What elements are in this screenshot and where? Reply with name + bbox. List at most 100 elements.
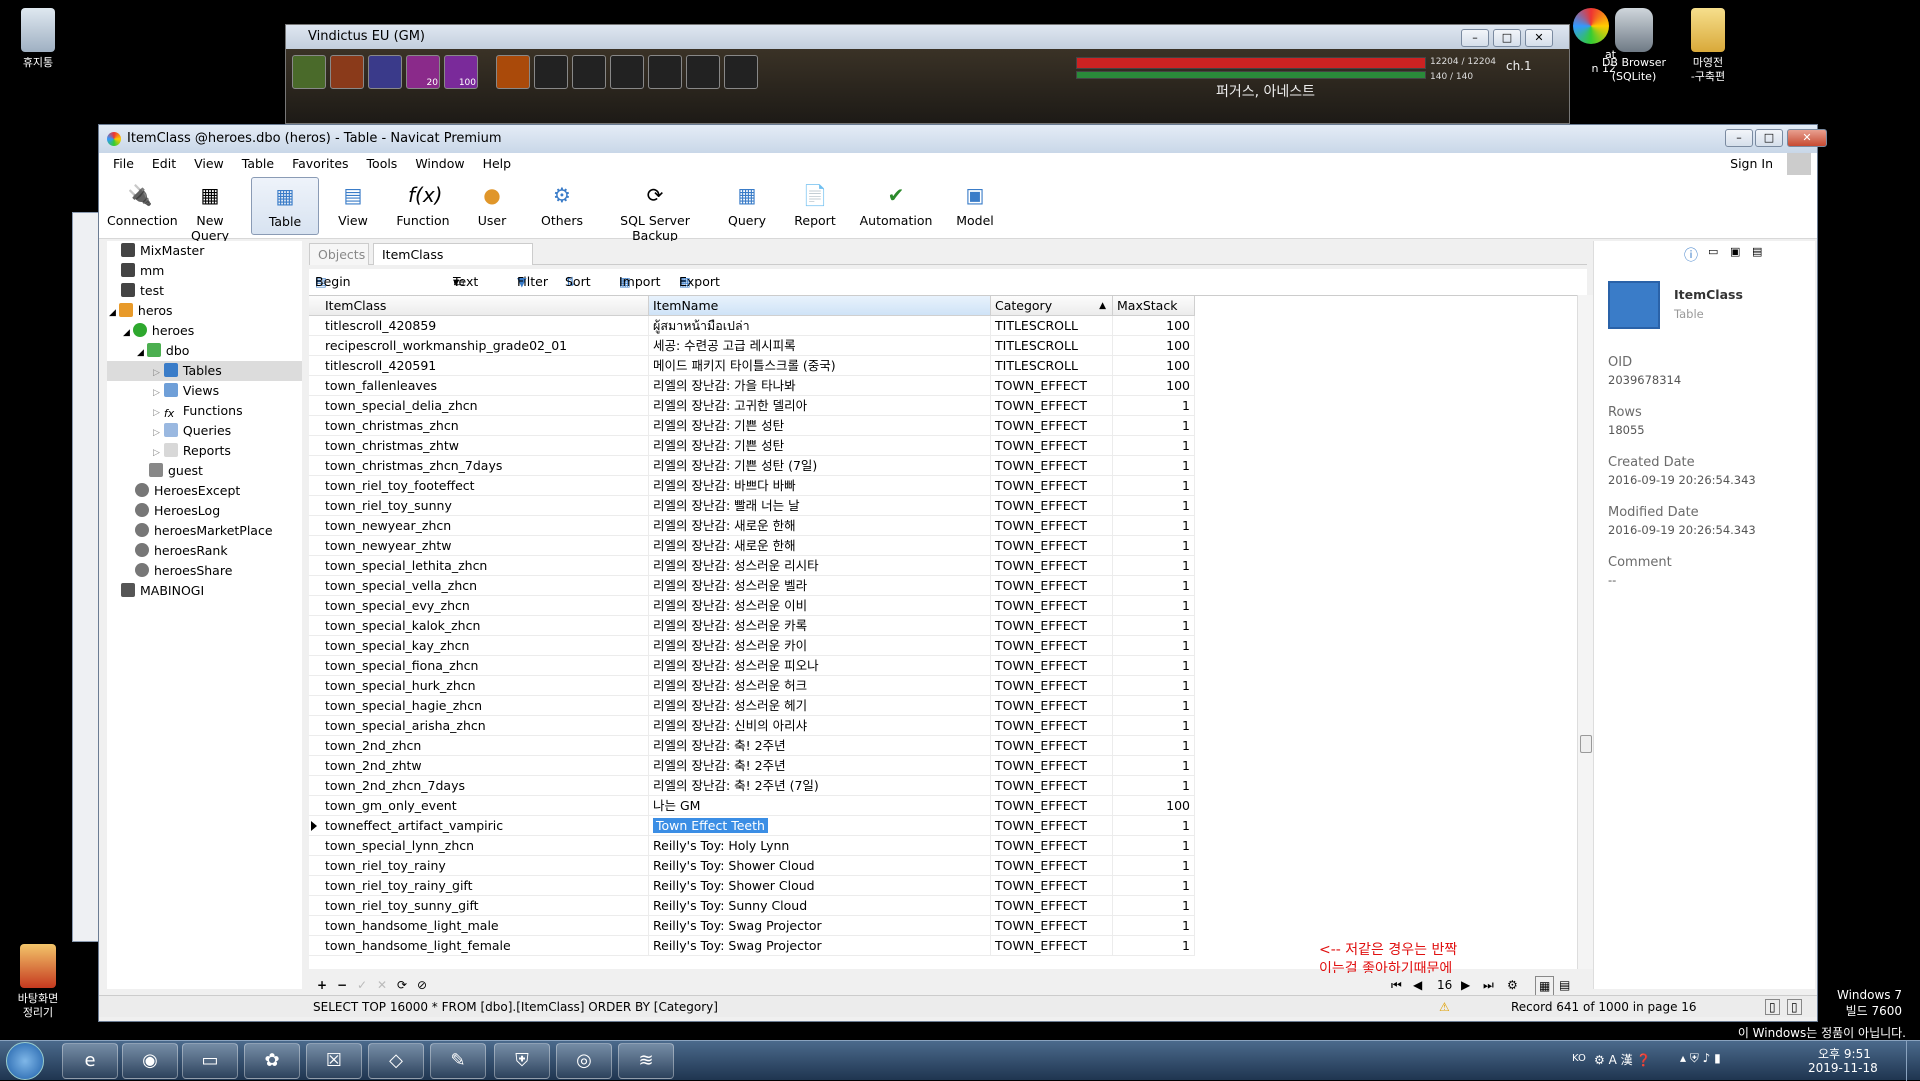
skill-slot[interactable] — [724, 55, 758, 89]
tree-item-views[interactable]: ▷ Views — [153, 381, 219, 401]
skill-slot[interactable]: 20 — [406, 55, 440, 89]
automation-button[interactable]: ✔ Automation — [851, 177, 941, 235]
avatar[interactable] — [1787, 153, 1811, 177]
table-cell[interactable]: Town Effect Teeth — [649, 816, 991, 836]
table-cell[interactable]: TOWN_EFFECT — [991, 796, 1113, 816]
table-row[interactable]: town_gm_only_event 나는 GM TOWN_EFFECT 100 — [309, 796, 1195, 816]
table-row[interactable]: town_special_lynn_zhcn Reilly's Toy: Holy… — [309, 836, 1195, 856]
connection-button[interactable]: 🔌 Connection — [107, 177, 178, 235]
table-cell[interactable]: 1 — [1113, 476, 1195, 496]
scrollbar-thumb[interactable] — [1580, 735, 1592, 753]
table-cell[interactable]: TOWN_EFFECT — [991, 556, 1113, 576]
menu-tools[interactable]: Tools — [367, 156, 398, 171]
explorer-icon[interactable]: ▭ — [182, 1043, 238, 1079]
table-cell[interactable]: town_riel_toy_sunny_gift — [309, 896, 649, 916]
last-page-button[interactable]: ⏭ — [1483, 973, 1494, 997]
table-row[interactable]: town_2nd_zhcn 리엘의 장난감: 축! 2주년 TOWN_EFFECT 1 — [309, 736, 1195, 756]
tray-icons[interactable]: ▴ ⛨ ♪ ▮ — [1680, 1051, 1721, 1066]
table-row[interactable]: town_special_vella_zhcn 리엘의 장난감: 성스러운 벨라 T… — [309, 576, 1195, 596]
apply-changes-button[interactable]: ✓ — [357, 973, 367, 997]
tree-item-heroes[interactable]: ◢ heroes — [123, 321, 194, 341]
table-cell[interactable]: town_special_fiona_zhcn — [309, 656, 649, 676]
table-cell[interactable]: 1 — [1113, 456, 1195, 476]
table-cell[interactable]: TOWN_EFFECT — [991, 756, 1113, 776]
tree-item-dbo[interactable]: ◢ dbo — [137, 341, 189, 361]
table-row[interactable]: town_handsome_light_female Reilly's Toy: … — [309, 936, 1195, 956]
preview-tab-icon[interactable]: ▤ — [1752, 245, 1762, 258]
menu-edit[interactable]: Edit — [152, 156, 176, 171]
table-cell[interactable]: 리엘의 장난감: 신비의 아리샤 — [649, 716, 991, 736]
grid-view-button[interactable]: ▦ — [1535, 976, 1555, 996]
table-row[interactable]: town_special_evy_zhcn 리엘의 장난감: 성스러운 이비 TOW… — [309, 596, 1195, 616]
table-cell[interactable]: town_fallenleaves — [309, 376, 649, 396]
table-cell[interactable]: TOWN_EFFECT — [991, 516, 1113, 536]
close-button[interactable]: ✕ — [1787, 129, 1827, 147]
table-cell[interactable]: recipescroll_workmanship_grade02_01 — [309, 336, 649, 356]
tab-objects[interactable]: Objects — [309, 243, 369, 265]
table-cell[interactable]: 1 — [1113, 776, 1195, 796]
table-cell[interactable]: 1 — [1113, 936, 1195, 956]
clock-time[interactable]: 오후 9:51 — [1818, 1045, 1871, 1062]
table-cell[interactable]: TOWN_EFFECT — [991, 656, 1113, 676]
skill-slot[interactable] — [292, 55, 326, 89]
table-cell[interactable]: TOWN_EFFECT — [991, 576, 1113, 596]
table-cell[interactable]: town_special_evy_zhcn — [309, 596, 649, 616]
table-row[interactable]: town_riel_toy_sunny 리엘의 장난감: 빨래 너는 날 TOWN_… — [309, 496, 1195, 516]
table-cell[interactable]: town_christmas_zhcn_7days — [309, 456, 649, 476]
table-cell[interactable]: town_2nd_zhcn — [309, 736, 649, 756]
model-button[interactable]: ▣ Model — [947, 177, 1003, 235]
table-cell[interactable]: 1 — [1113, 656, 1195, 676]
minimize-button[interactable]: – — [1725, 129, 1753, 147]
warning-icon[interactable]: ⚠ — [1439, 996, 1450, 1018]
skill-slot[interactable] — [368, 55, 402, 89]
table-cell[interactable]: 리엘의 장난감: 기쁜 성탄 — [649, 436, 991, 456]
tree-item-test[interactable]: test — [121, 281, 164, 301]
table-cell[interactable]: 1 — [1113, 876, 1195, 896]
table-cell[interactable]: 리엘의 장난감: 성스러운 카이 — [649, 636, 991, 656]
sign-in-link[interactable]: Sign In — [1730, 153, 1773, 175]
table-cell[interactable]: Reilly's Toy: Shower Cloud — [649, 876, 991, 896]
user-button[interactable]: ● User — [459, 177, 525, 235]
table-cell[interactable]: Reilly's Toy: Swag Projector — [649, 916, 991, 936]
clock-date[interactable]: 2019-11-18 — [1808, 1061, 1878, 1075]
settings-gear-icon[interactable]: ⚙ — [1507, 973, 1518, 997]
table-cell[interactable]: town_special_delia_zhcn — [309, 396, 649, 416]
table-cell[interactable]: 리엘의 장난감: 새로운 한해 — [649, 516, 991, 536]
delete-record-button[interactable]: − — [337, 973, 347, 997]
language-indicator[interactable]: KO — [1572, 1053, 1586, 1064]
table-cell[interactable]: 리엘의 장난감: 성스러운 피오나 — [649, 656, 991, 676]
tree-item-guest[interactable]: guest — [149, 461, 203, 481]
menu-file[interactable]: File — [113, 156, 134, 171]
table-cell[interactable]: 메이드 패키지 타이틀스크롤 (중국) — [649, 356, 991, 376]
table-cell[interactable]: 리엘의 장난감: 축! 2주년 — [649, 736, 991, 756]
table-row[interactable]: town_special_hagie_zhcn 리엘의 장난감: 성스러운 헤기 T… — [309, 696, 1195, 716]
table-row[interactable]: town_riel_toy_sunny_gift Reilly's Toy: Su… — [309, 896, 1195, 916]
close-button[interactable]: ✕ — [1525, 29, 1553, 47]
table-cell[interactable]: town_special_lethita_zhcn — [309, 556, 649, 576]
tree-item-heros[interactable]: ◢ heros — [109, 301, 173, 321]
table-cell[interactable]: 1 — [1113, 556, 1195, 576]
table-row[interactable]: town_special_hurk_zhcn 리엘의 장난감: 성스러운 허크 TO… — [309, 676, 1195, 696]
tree-item-heroesrank[interactable]: heroesRank — [135, 541, 228, 561]
stop-button[interactable]: ⊘ — [417, 973, 427, 997]
table-cell[interactable]: 리엘의 장난감: 성스러운 허크 — [649, 676, 991, 696]
table-cell[interactable]: town_2nd_zhcn_7days — [309, 776, 649, 796]
layout-tab-icon[interactable]: ▣ — [1730, 245, 1740, 258]
table-cell[interactable]: titlescroll_420859 — [309, 316, 649, 336]
table-cell[interactable]: town_riel_toy_sunny — [309, 496, 649, 516]
panel-toggle-right-icon[interactable]: ▯ — [1787, 999, 1802, 1015]
table-row[interactable]: town_riel_toy_rainy_gift Reilly's Toy: Sh… — [309, 876, 1195, 896]
chrome-icon[interactable]: ◉ — [122, 1043, 178, 1079]
minimize-button[interactable]: – — [1461, 29, 1489, 47]
others-button[interactable]: ⚙ Others — [529, 177, 595, 235]
tree-item-reports[interactable]: ▷ Reports — [153, 441, 231, 461]
skill-slot[interactable] — [610, 55, 644, 89]
table-row[interactable]: town_special_arisha_zhcn 리엘의 장난감: 신비의 아리샤… — [309, 716, 1195, 736]
table-row[interactable]: town_newyear_zhcn 리엘의 장난감: 새로운 한해 TOWN_EFF… — [309, 516, 1195, 536]
ddl-tab-icon[interactable]: ▭ — [1708, 245, 1718, 258]
show-desktop-button[interactable] — [1906, 1041, 1920, 1081]
table-row[interactable]: town_2nd_zhtw 리엘의 장난감: 축! 2주년 TOWN_EFFECT 1 — [309, 756, 1195, 776]
table-cell[interactable]: 리엘의 장난감: 기쁜 성탄 — [649, 416, 991, 436]
table-cell[interactable]: 1 — [1113, 576, 1195, 596]
table-cell[interactable]: TOWN_EFFECT — [991, 376, 1113, 396]
